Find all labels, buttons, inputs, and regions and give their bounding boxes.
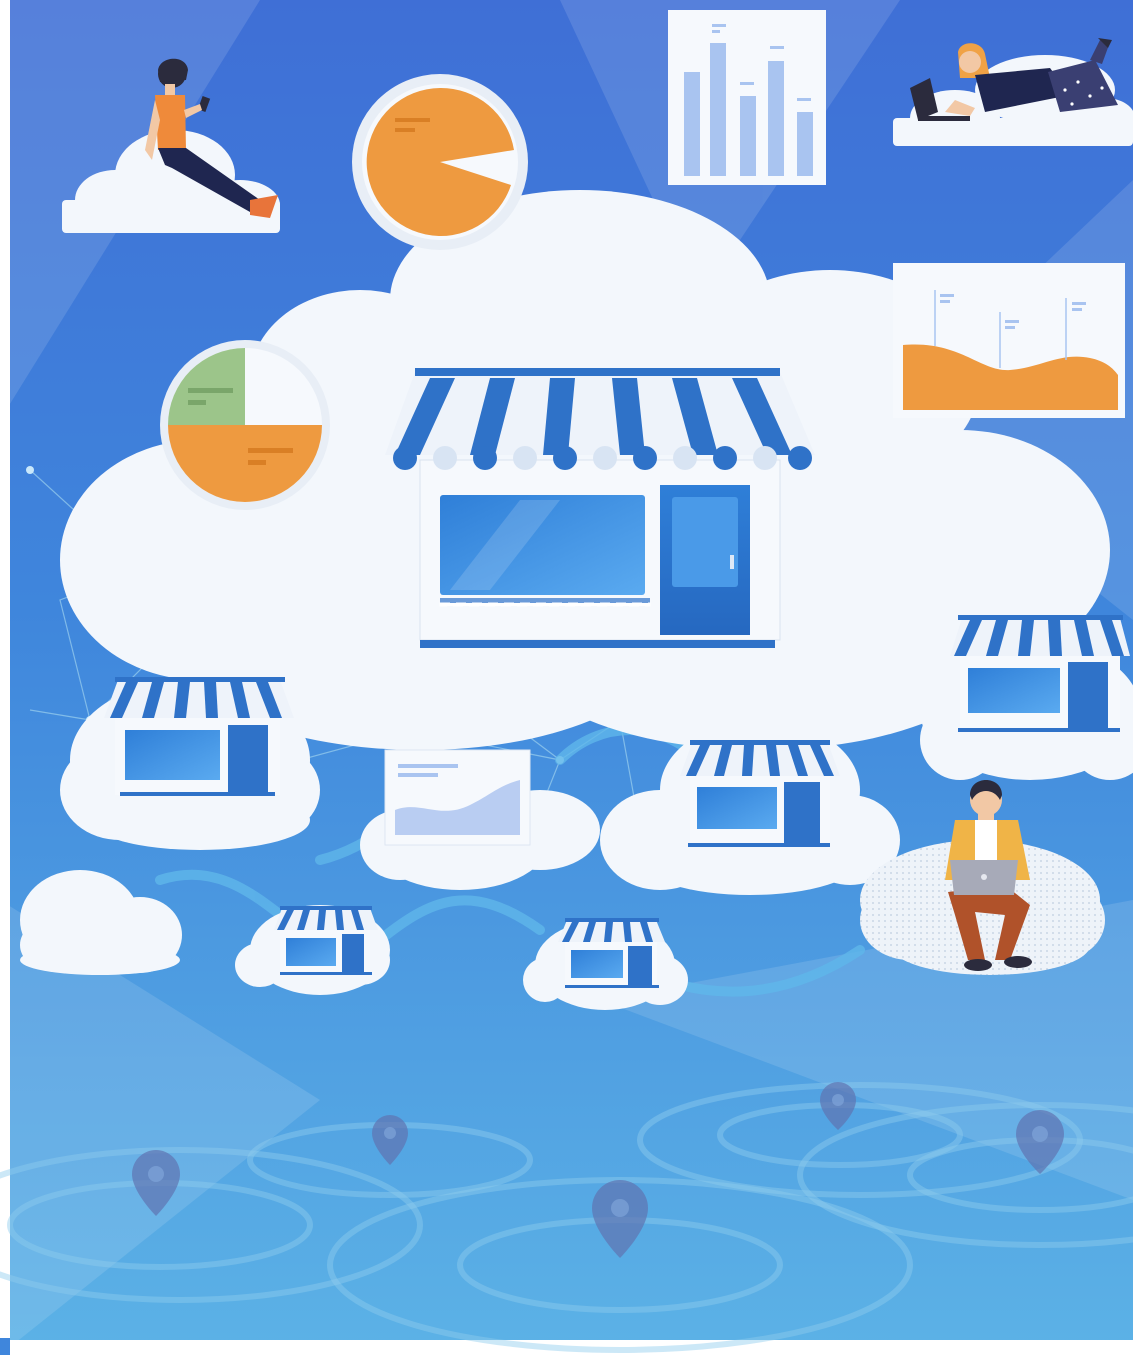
storefront-icon — [950, 615, 1130, 732]
laptop-icon — [950, 860, 1018, 895]
pie-chart-icon — [160, 340, 330, 510]
storefront-icon — [558, 918, 665, 988]
cloud-commerce-illustration — [0, 0, 1133, 1355]
pie-chart-icon — [352, 74, 528, 250]
storefront-icon — [104, 677, 294, 796]
area-chart-icon — [384, 749, 531, 846]
left-edge-strip — [0, 0, 10, 1355]
storefront-icon — [680, 740, 840, 847]
illustration-canvas — [0, 0, 1133, 1355]
bottom-corner-accent — [0, 1338, 10, 1355]
area-chart-icon — [893, 263, 1125, 418]
storefront-icon — [274, 906, 378, 975]
bar-chart-icon — [668, 10, 826, 185]
storefront-icon — [385, 368, 815, 648]
